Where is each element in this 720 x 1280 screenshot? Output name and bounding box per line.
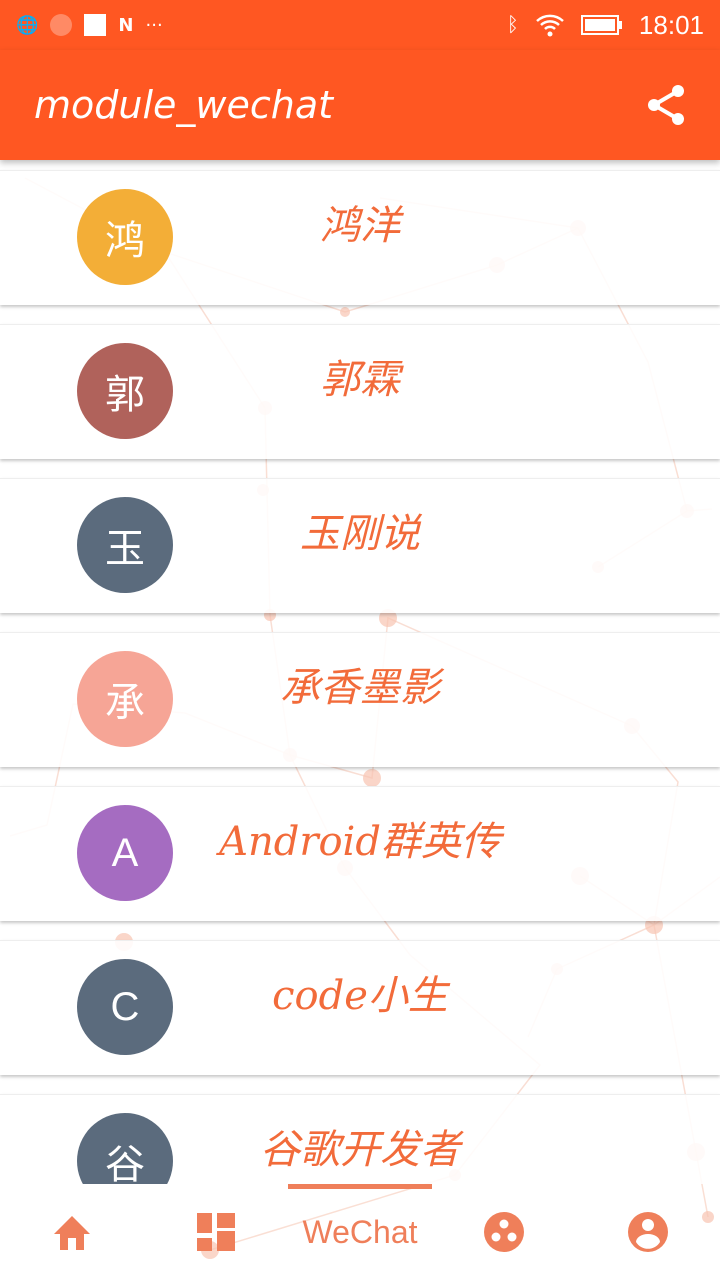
list-item[interactable]: 鸿 鸿洋 bbox=[0, 170, 720, 305]
avatar: C bbox=[77, 959, 173, 1055]
clock: 18:01 bbox=[638, 9, 704, 40]
list-item[interactable]: Ccode小生 bbox=[0, 940, 720, 1075]
tab-home[interactable] bbox=[0, 1214, 144, 1250]
tab-community[interactable] bbox=[432, 1212, 576, 1252]
list-item[interactable]: 玉 玉刚说 bbox=[0, 478, 720, 613]
tab-dashboard[interactable] bbox=[144, 1213, 288, 1251]
share-icon[interactable] bbox=[646, 83, 686, 127]
square-icon bbox=[84, 14, 107, 36]
n-icon: N bbox=[118, 14, 134, 36]
account-name: 鸿洋 bbox=[320, 203, 400, 249]
more-icon: ··· bbox=[145, 14, 163, 36]
account-name: code小生 bbox=[272, 973, 448, 1019]
tab-wechat-label: WeChat bbox=[302, 1213, 418, 1250]
wifi-icon bbox=[536, 14, 564, 37]
page-title: module_wechat bbox=[34, 83, 334, 127]
account-list[interactable]: 鸿 鸿洋 郭 郭霖 玉 玉刚说 承 承香墨影 A Android群英传 Ccode小生 谷… bbox=[0, 160, 720, 1184]
avatar: 郭 bbox=[77, 343, 173, 439]
avatar: A bbox=[77, 805, 173, 901]
avatar: 鸿 bbox=[77, 189, 173, 285]
avatar: 谷 bbox=[77, 1113, 173, 1184]
search-icon bbox=[50, 14, 73, 36]
account-name: 承香墨影 bbox=[280, 665, 440, 711]
status-bar: 🌐 N ··· ᛒ 18:01 bbox=[0, 0, 720, 50]
account-name: Android群英传 bbox=[219, 819, 501, 865]
list-item[interactable]: 谷 谷歌开发者 bbox=[0, 1094, 720, 1184]
account-name: 玉刚说 bbox=[300, 511, 420, 557]
dashboard-icon bbox=[197, 1213, 235, 1251]
list-item[interactable]: A Android群英传 bbox=[0, 786, 720, 921]
tab-profile[interactable] bbox=[576, 1212, 720, 1252]
app-bar: module_wechat bbox=[0, 50, 720, 160]
profile-icon bbox=[628, 1212, 668, 1252]
list-item[interactable]: 承 承香墨影 bbox=[0, 632, 720, 767]
list-item[interactable]: 郭 郭霖 bbox=[0, 324, 720, 459]
globe-icon: 🌐 bbox=[16, 14, 39, 36]
account-name: 郭霖 bbox=[320, 357, 400, 403]
home-icon bbox=[54, 1216, 90, 1250]
avatar: 玉 bbox=[77, 497, 173, 593]
avatar: 承 bbox=[77, 651, 173, 747]
account-name: 谷歌开发者 bbox=[260, 1127, 460, 1173]
battery-icon bbox=[580, 15, 622, 35]
community-icon bbox=[484, 1212, 524, 1252]
bluetooth-icon: ᛒ bbox=[506, 13, 519, 36]
bottom-nav: WeChat bbox=[0, 1184, 720, 1280]
tab-wechat[interactable]: WeChat bbox=[288, 1214, 432, 1251]
